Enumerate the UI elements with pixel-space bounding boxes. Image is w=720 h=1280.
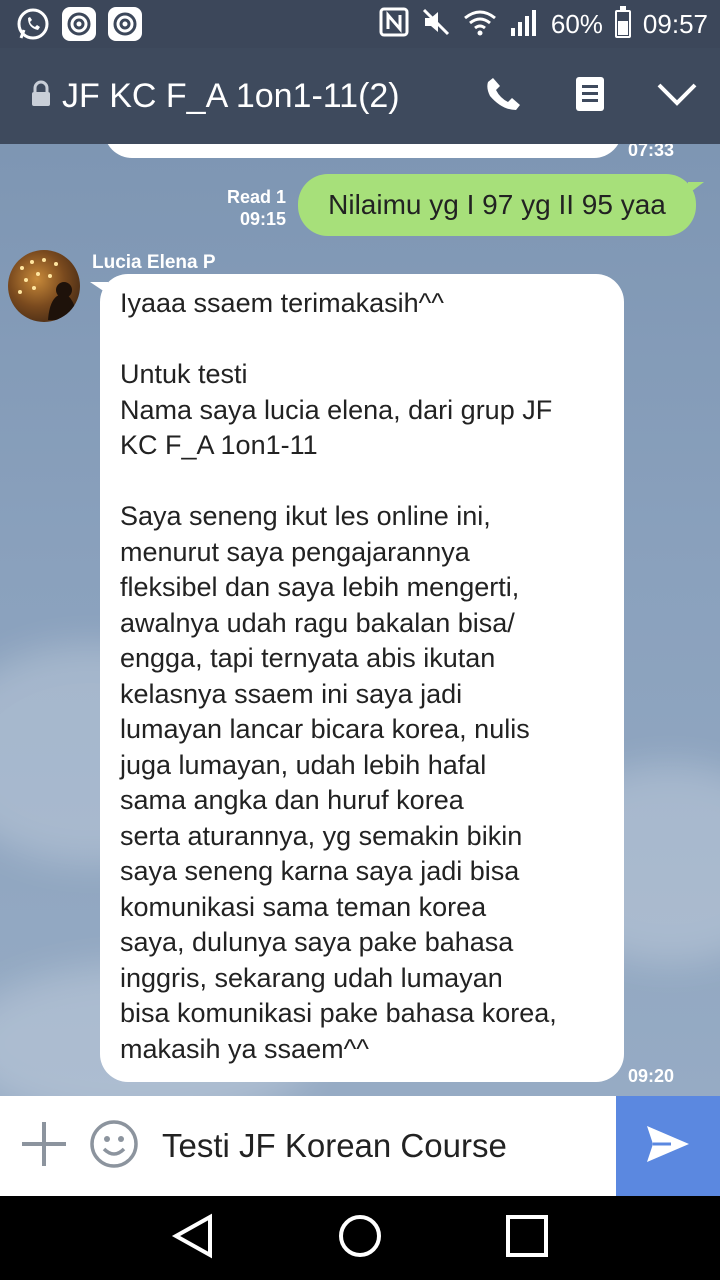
chat-header: JF KC F_A 1on1-11(2) <box>0 48 720 144</box>
notes-icon[interactable] <box>574 75 606 118</box>
message-line: lumayan lancar bicara korea, nulis <box>120 714 530 744</box>
email-at-icon <box>62 7 96 41</box>
message-line: saya, dulunya saya pake bahasa <box>120 927 514 957</box>
chat-area[interactable]: 07:33 Read 1 09:15 Nilaimu yg I 97 yg II… <box>0 144 720 1096</box>
whatsapp-icon <box>16 7 50 41</box>
message-line: Iyaaa ssaem terimakasih^^ <box>120 288 444 318</box>
clock: 09:57 <box>642 8 708 39</box>
message-line: bisa komunikasi pake bahasa korea, <box>120 998 557 1028</box>
send-icon <box>645 1124 691 1169</box>
incoming-time: 09:20 <box>628 1066 675 1086</box>
message-line: serta aturannya, yg semakin bikin <box>120 820 523 851</box>
outgoing-time: 09:15 <box>239 209 286 229</box>
message-line <box>120 322 604 358</box>
outgoing-message-text: Nilaimu yg I 97 yg II 95 yaa <box>328 189 666 220</box>
previous-message-bubble[interactable] <box>104 144 622 158</box>
phone-icon[interactable] <box>484 74 524 119</box>
message-line: komunikasi sama teman korea <box>120 891 487 922</box>
home-icon[interactable] <box>337 1213 383 1264</box>
back-icon[interactable] <box>170 1213 216 1264</box>
message-input[interactable]: Testi JF Korean Course <box>162 1127 616 1165</box>
emoji-icon[interactable] <box>88 1118 140 1175</box>
nfc-icon <box>379 7 409 42</box>
message-line: saya seneng karna saya jadi bisa <box>120 856 520 886</box>
outgoing-message-bubble[interactable]: Nilaimu yg I 97 yg II 95 yaa <box>298 174 704 236</box>
plus-icon[interactable] <box>18 1118 70 1175</box>
message-line: Nama saya lucia elena, dari grup JF <box>120 394 553 425</box>
message-line: kelasnya ssaem ini saya jadi <box>120 678 463 709</box>
previous-message-time: 07:33 <box>628 144 675 160</box>
chat-title: JF KC F_A 1on1-11(2) <box>62 76 400 115</box>
chevron-down-icon[interactable] <box>656 80 698 113</box>
message-line: engga, tapi ternyata abis ikutan <box>120 643 496 673</box>
send-button[interactable] <box>616 1096 720 1196</box>
message-line: inggris, sekarang udah lumayan <box>120 962 503 993</box>
message-line: makasih ya ssaem^^ <box>120 1033 369 1064</box>
email-at-icon <box>108 7 142 41</box>
message-line: awalnya udah ragu bakalan bisa/ <box>120 607 515 638</box>
message-line: sama angka dan huruf korea <box>120 785 464 815</box>
battery-icon <box>614 6 631 38</box>
message-input-bar: Testi JF Korean Course <box>0 1096 720 1196</box>
message-line: Untuk testi <box>120 359 248 389</box>
incoming-message-bubble[interactable]: Iyaaa ssaem terimakasih^^ Untuk testi Na… <box>90 274 624 1082</box>
read-receipt: Read 1 09:15 <box>208 186 286 230</box>
read-label: Read 1 <box>226 187 286 207</box>
message-line: juga lumayan, udah lebih hafal <box>120 749 487 780</box>
sender-name[interactable]: Lucia Elena P <box>92 252 216 274</box>
signal-icon <box>509 8 539 41</box>
system-nav-bar <box>0 1196 720 1280</box>
lock-icon <box>30 80 52 113</box>
message-line: Saya seneng ikut les online ini, <box>120 501 491 531</box>
avatar[interactable] <box>8 250 80 322</box>
message-line: KC F_A 1on1-11 <box>120 430 318 460</box>
wifi-icon <box>463 8 497 41</box>
mute-icon <box>421 7 451 42</box>
status-bar: 60% 09:57 <box>0 0 720 48</box>
message-line: fleksibel dan saya lebih mengerti, <box>120 572 520 602</box>
battery-percent: 60% <box>550 8 603 39</box>
message-line <box>120 464 604 500</box>
message-line: menurut saya pengajarannya <box>120 536 470 567</box>
recents-icon[interactable] <box>504 1213 550 1264</box>
